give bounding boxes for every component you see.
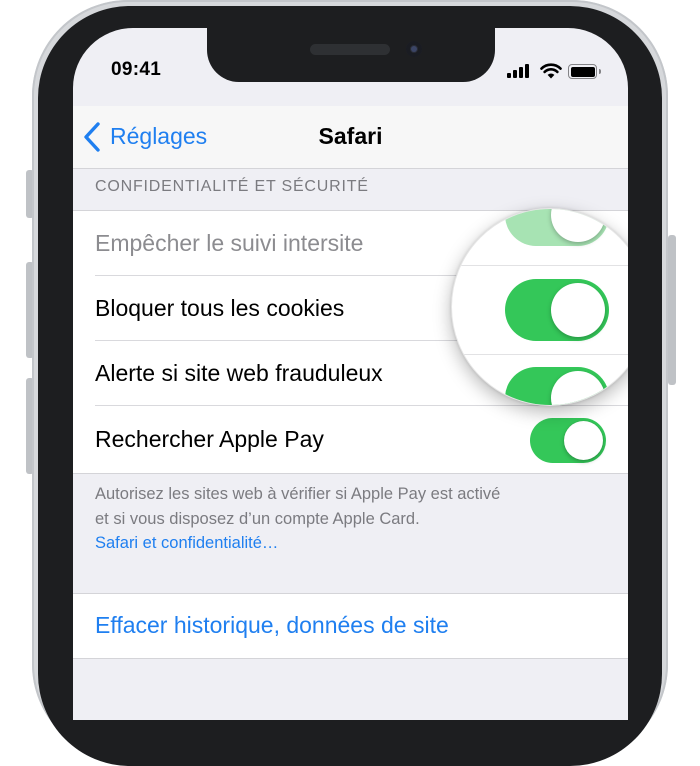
footer-line: Autorisez les sites web à vérifier si Ap… (95, 485, 501, 503)
battery-icon (568, 64, 601, 79)
status-icons (507, 63, 607, 79)
earpiece-speaker (310, 44, 390, 55)
row-label: Bloquer tous les cookies (95, 295, 345, 321)
front-camera (406, 41, 422, 57)
navigation-bar: Réglages Safari (73, 106, 628, 169)
toggle-knob (551, 371, 605, 405)
toggle-check-apple-pay[interactable] (530, 418, 606, 463)
row-label: Empêcher le suivi intersite (95, 230, 364, 256)
status-time: 09:41 (111, 59, 162, 80)
phone-screen: 09:41 Réglages Safari CONFIDENTIALITÉ ET… (73, 28, 628, 720)
notch (207, 28, 495, 82)
toggle-knob (551, 283, 605, 337)
wifi-icon (540, 63, 562, 79)
toggle-knob (564, 421, 603, 460)
magnified-toggle-prevent-tracking (505, 209, 609, 246)
footer-line: et si vous disposez d’un compte Apple Ca… (95, 509, 420, 528)
clear-history-group: Effacer historique, données de site (73, 593, 628, 659)
signal-icon (507, 64, 533, 78)
clear-history-button[interactable]: Effacer historique, données de site (95, 612, 449, 639)
section-footer: Autorisez les sites web à vérifier si Ap… (95, 482, 595, 556)
section-header: CONFIDENTIALITÉ ET SÉCURITÉ (95, 178, 369, 195)
magnified-toggle-block-cookies (505, 279, 609, 341)
row-check-apple-pay: Rechercher Apple Pay (73, 407, 628, 472)
row-label: Alerte si site web frauduleux (95, 360, 383, 386)
magnified-divider (452, 265, 628, 266)
safari-privacy-link[interactable]: Safari et confidentialité… (95, 531, 595, 556)
toggle-knob (551, 209, 605, 242)
magnified-divider (452, 354, 628, 355)
side-button (668, 235, 676, 385)
page-title: Safari (318, 123, 383, 149)
row-label: Rechercher Apple Pay (95, 426, 324, 452)
magnified-toggle-fraud-warning (505, 367, 609, 405)
